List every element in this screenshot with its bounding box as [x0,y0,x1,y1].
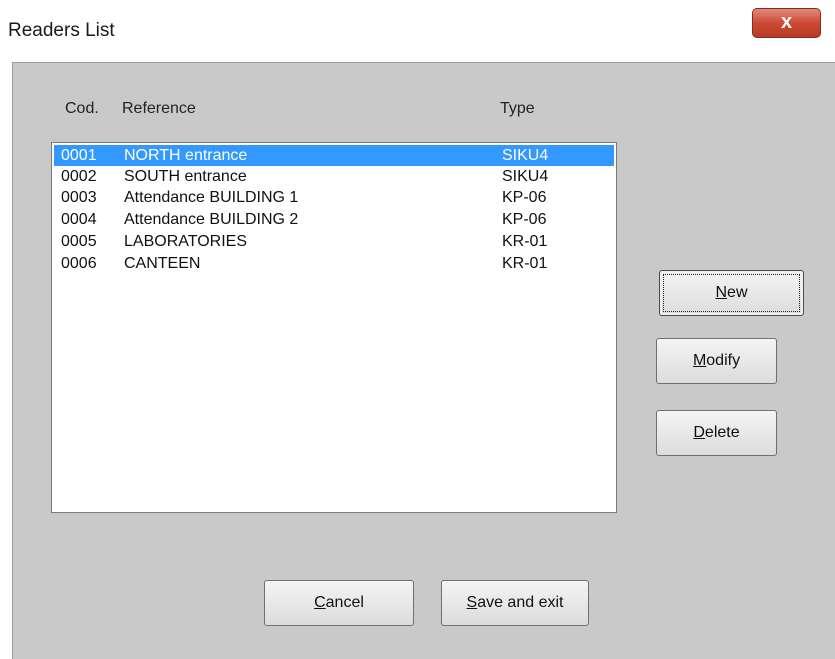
reader-type: SIKU4 [502,147,549,164]
column-header-code: Cod. [65,100,99,117]
reader-reference: SOUTH entrance [124,168,247,185]
reader-code: 0002 [61,168,97,185]
reader-code: 0003 [61,189,97,206]
reader-reference: CANTEEN [124,255,201,272]
reader-reference: Attendance BUILDING 2 [124,211,299,228]
window-title: Readers List [8,20,115,41]
reader-type: KR-01 [502,233,548,250]
close-icon: x [780,11,793,33]
reader-code: 0005 [61,233,97,250]
reader-row[interactable]: 0006 CANTEEN KR-01 [54,253,614,274]
cancel-button-label: Cancel [314,594,364,611]
modify-button[interactable]: Modify [656,338,777,384]
reader-row[interactable]: 0004 Attendance BUILDING 2 KP-06 [54,209,614,230]
cancel-button[interactable]: Cancel [264,580,414,626]
save-and-exit-button-label: Save and exit [466,594,564,611]
reader-type: SIKU4 [502,168,549,185]
reader-row[interactable]: 0005 LABORATORIES KR-01 [54,231,614,252]
readers-listbox[interactable]: 0001 NORTH entrance SIKU4 0002 SOUTH ent… [51,142,617,513]
reader-row[interactable]: 0002 SOUTH entrance SIKU4 [54,166,614,187]
reader-type: KR-01 [502,255,548,272]
reader-row[interactable]: 0003 Attendance BUILDING 1 KP-06 [54,187,614,208]
column-header-reference: Reference [122,100,196,117]
column-header-type: Type [500,100,535,117]
reader-type: KP-06 [502,189,547,206]
reader-code: 0001 [61,147,97,164]
delete-button-label: Delete [693,424,740,441]
new-button-label: New [715,284,748,301]
close-button[interactable]: x [752,8,821,38]
modify-button-label: Modify [692,352,741,369]
reader-code: 0004 [61,211,97,228]
reader-reference: Attendance BUILDING 1 [124,189,299,206]
reader-code: 0006 [61,255,97,272]
reader-type: KP-06 [502,211,547,228]
reader-reference: NORTH entrance [124,147,248,164]
readers-list-window: Readers List x Cod. Reference Type 0001 … [0,0,835,659]
new-button[interactable]: New [659,270,804,316]
title-bar[interactable]: Readers List x [0,0,835,62]
reader-reference: LABORATORIES [124,233,247,250]
reader-row[interactable]: 0001 NORTH entrance SIKU4 [54,145,614,166]
save-and-exit-button[interactable]: Save and exit [441,580,589,626]
delete-button[interactable]: Delete [656,410,777,456]
